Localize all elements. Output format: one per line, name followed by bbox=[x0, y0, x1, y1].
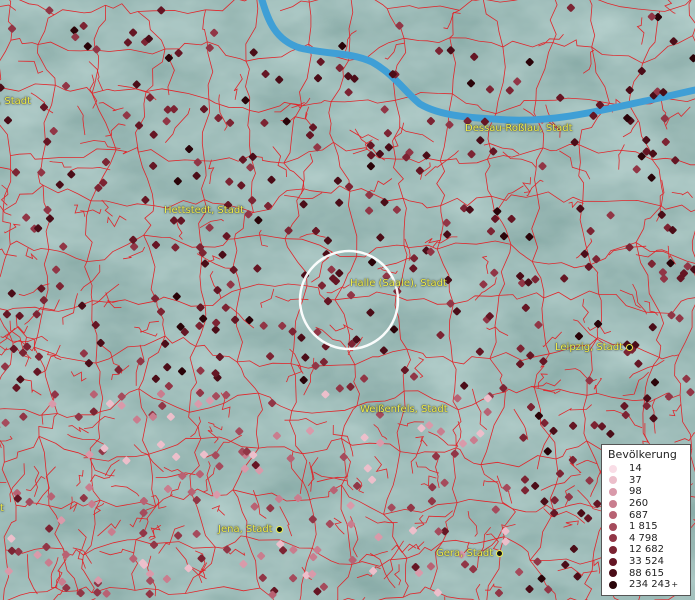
legend-entry: 98 bbox=[602, 486, 690, 498]
legend-label: 1 815 bbox=[629, 521, 658, 533]
legend-label: 687 bbox=[629, 509, 649, 521]
legend-entry: 88 615 bbox=[602, 567, 690, 579]
population-legend: Bevölkerung 14 37 98 260 687 1 815 4 798 12 682… bbox=[601, 444, 691, 596]
legend-label: 88 615 bbox=[629, 567, 664, 579]
legend-entry: 14 bbox=[602, 463, 690, 475]
legend-label: 14 bbox=[629, 463, 642, 475]
city-label-weissenfels[interactable]: Weißenfels, Stadt bbox=[360, 404, 448, 415]
city-label-text: Hettstedt, Stadt bbox=[164, 205, 245, 216]
legend-label: 33 524 bbox=[629, 556, 664, 568]
legend-swatch-icon bbox=[609, 464, 617, 473]
legend-entry: 1 815 bbox=[602, 521, 690, 533]
city-label-jena[interactable]: Jena, Stadt bbox=[218, 524, 283, 535]
legend-entry: 33 524 bbox=[602, 556, 690, 568]
legend-entry: 37 bbox=[602, 475, 690, 487]
legend-entry: 234 243 + bbox=[602, 579, 690, 591]
city-label-edge-southwest[interactable]: t bbox=[0, 503, 4, 514]
city-marker-icon bbox=[275, 526, 283, 533]
city-marker-icon bbox=[496, 550, 504, 557]
legend-label: 234 243 bbox=[629, 579, 671, 591]
legend-swatch-icon bbox=[609, 557, 617, 566]
city-label-text: Gera, Stadt bbox=[436, 548, 494, 559]
legend-entries: 14 37 98 260 687 1 815 4 798 12 682 33 524 88 615… bbox=[602, 463, 690, 591]
city-label-text: t bbox=[0, 503, 4, 514]
city-label-text: Leipzig, Stadt bbox=[555, 342, 624, 353]
city-label-gera[interactable]: Gera, Stadt bbox=[436, 548, 504, 559]
legend-swatch-icon bbox=[609, 534, 617, 543]
legend-swatch-icon bbox=[609, 522, 617, 531]
city-label-dessau[interactable]: Dessau-Roßlau, Stadt bbox=[465, 123, 573, 134]
city-marker-icon bbox=[626, 344, 634, 351]
map-canvas[interactable] bbox=[0, 0, 695, 600]
legend-label: 260 bbox=[629, 498, 649, 510]
legend-swatch-icon bbox=[609, 511, 617, 520]
city-label-text: Halle (Saale), Stadt bbox=[350, 278, 447, 289]
legend-title: Bevölkerung bbox=[608, 448, 677, 461]
legend-swatch-icon bbox=[609, 499, 617, 508]
legend-label: 12 682 bbox=[629, 544, 664, 556]
legend-label: 98 bbox=[629, 486, 642, 498]
city-label-edge-west[interactable]: , Stadt bbox=[0, 96, 31, 107]
city-label-hettstedt[interactable]: Hettstedt, Stadt bbox=[164, 205, 244, 216]
city-label-text: , Stadt bbox=[0, 96, 32, 107]
city-label-text: Dessau-Roßlau, Stadt bbox=[465, 123, 573, 134]
legend-label: 37 bbox=[629, 474, 642, 486]
legend-entry: 4 798 bbox=[602, 533, 690, 545]
legend-swatch-icon bbox=[609, 476, 617, 485]
legend-swatch-icon bbox=[609, 487, 617, 496]
legend-entry: 12 682 bbox=[602, 544, 690, 556]
city-label-text: Weißenfels, Stadt bbox=[360, 404, 448, 415]
legend-label: 4 798 bbox=[629, 532, 658, 544]
city-label-halle[interactable]: Halle (Saale), Stadt bbox=[350, 278, 447, 289]
legend-swatch-icon bbox=[609, 580, 617, 589]
legend-plus: + bbox=[671, 580, 679, 590]
city-label-text: Jena, Stadt bbox=[218, 524, 273, 535]
legend-entry: 260 bbox=[602, 498, 690, 510]
legend-swatch-icon bbox=[609, 569, 617, 578]
city-label-leipzig[interactable]: Leipzig, Stadt bbox=[555, 342, 634, 353]
legend-swatch-icon bbox=[609, 545, 617, 554]
legend-entry: 687 bbox=[602, 509, 690, 521]
